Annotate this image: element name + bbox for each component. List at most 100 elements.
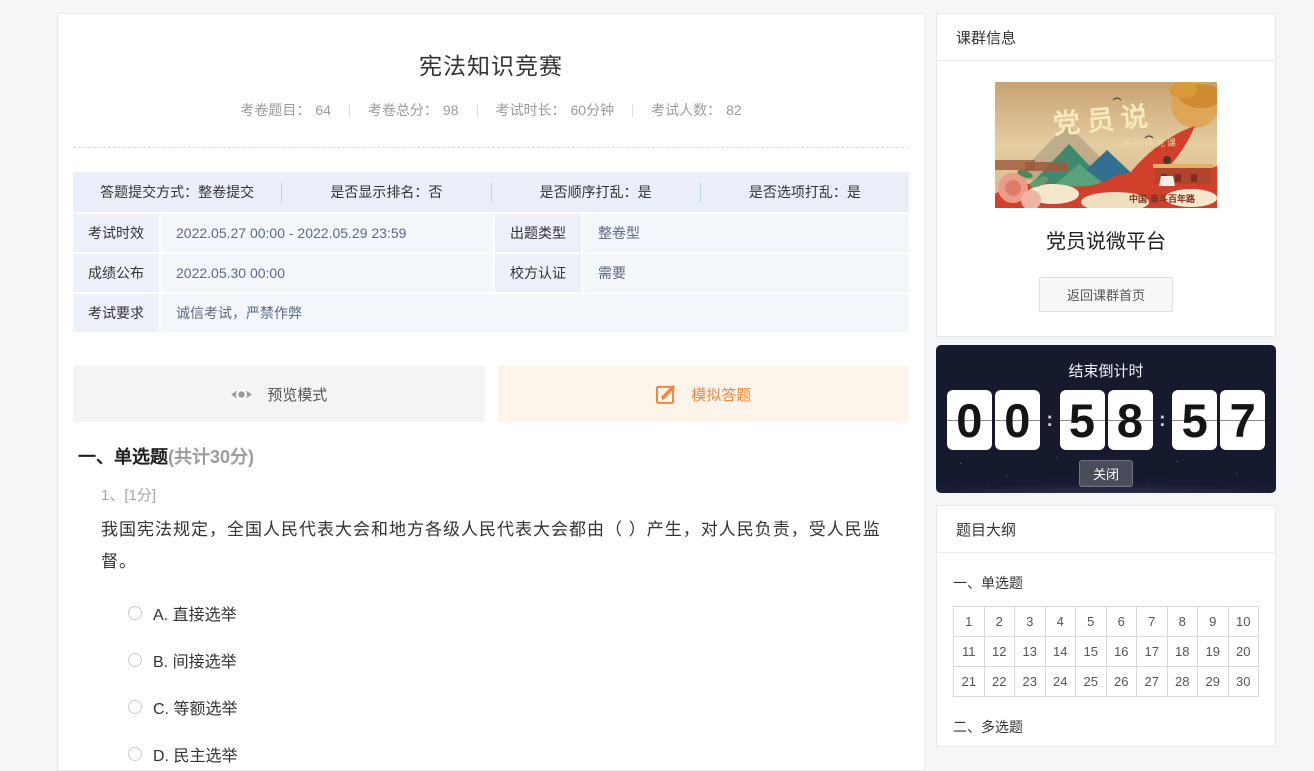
info-row: 考试时效 2022.05.27 00:00 - 2022.05.29 23:59…	[73, 214, 909, 252]
info-value-question-type: 整卷型	[583, 214, 909, 252]
banner-subtitle-text: 系列微党课	[1123, 137, 1178, 148]
outline-question-cell-7[interactable]: 7	[1137, 607, 1168, 637]
option-c[interactable]: C. 等额选举	[128, 695, 924, 719]
stat-label: 考试人数：	[651, 100, 721, 120]
exam-stats-bar: 考卷题目：64 考卷总分： 98 考试时长：60分钟 考试人数： 82	[58, 100, 924, 120]
outline-question-cell-16[interactable]: 16	[1107, 637, 1138, 667]
outline-question-cell-17[interactable]: 17	[1137, 637, 1168, 667]
flip-digit-seconds-ones: 7	[1220, 390, 1265, 450]
outline-question-cell-4[interactable]: 4	[1046, 607, 1077, 637]
stat-divider	[477, 104, 478, 117]
outline-question-cell-21[interactable]: 21	[954, 667, 985, 697]
option-d-label: D. 民主选举	[153, 742, 237, 766]
stat-label: 考卷总分：	[368, 100, 438, 120]
exam-title: 宪法知识竞赛	[58, 47, 924, 81]
section-score-note: (共计30分)	[168, 447, 254, 467]
outline-question-cell-10[interactable]: 10	[1229, 607, 1260, 637]
stat-duration: 考试时长：60分钟	[496, 100, 615, 120]
outline-question-cell-28[interactable]: 28	[1168, 667, 1199, 697]
info-label-school-auth: 校方认证	[495, 254, 581, 292]
info-value-score-release: 2022.05.30 00:00	[161, 254, 493, 292]
option-d[interactable]: D. 民主选举	[128, 742, 924, 766]
outline-question-cell-18[interactable]: 18	[1168, 637, 1199, 667]
info-value-exam-period: 2022.05.27 00:00 - 2022.05.29 23:59	[161, 214, 493, 252]
countdown-title: 结束倒计时	[936, 360, 1276, 381]
question-options: A. 直接选举 B. 间接选举 C. 等额选举 D. 民主选举	[58, 601, 924, 766]
course-group-name: 党员说微平台	[937, 225, 1275, 254]
outline-question-cell-30[interactable]: 30	[1229, 667, 1260, 697]
info-label-score-release: 成绩公布	[73, 254, 159, 292]
option-a[interactable]: A. 直接选举	[128, 601, 924, 625]
stat-divider	[349, 104, 350, 117]
outline-question-cell-26[interactable]: 26	[1107, 667, 1138, 697]
outline-question-cell-3[interactable]: 3	[1015, 607, 1046, 637]
outline-question-cell-11[interactable]: 11	[954, 637, 985, 667]
clock-colon: :	[1159, 409, 1166, 432]
course-group-panel: 课群信息 党员说 系列微党课 中国	[936, 13, 1276, 337]
countdown-close-button[interactable]: 关闭	[1079, 460, 1133, 487]
outline-question-cell-27[interactable]: 27	[1137, 667, 1168, 697]
outline-question-cell-25[interactable]: 25	[1076, 667, 1107, 697]
outline-number-grid: 1234567891011121314151617181920212223242…	[953, 606, 1259, 697]
outline-question-cell-1[interactable]: 1	[954, 607, 985, 637]
question-block-1: 1、[1分] 我国宪法规定，全国人民代表大会和地方各级人民代表大会都由（ ）产生…	[58, 484, 924, 766]
outline-question-cell-23[interactable]: 23	[1015, 667, 1046, 697]
option-b-label: B. 间接选举	[153, 648, 237, 672]
banner-footnote-text: 中国·奋斗百年路	[1129, 193, 1196, 204]
radio-icon[interactable]	[128, 747, 142, 761]
dashed-divider	[73, 147, 909, 148]
info-row: 成绩公布 2022.05.30 00:00 校方认证 需要	[73, 254, 909, 292]
flip-digit-minutes-ones: 8	[1108, 390, 1153, 450]
preview-mode-button[interactable]: 预览模式	[73, 366, 485, 422]
eye-icon	[230, 383, 253, 406]
outline-question-cell-13[interactable]: 13	[1015, 637, 1046, 667]
outline-question-cell-20[interactable]: 20	[1229, 637, 1260, 667]
outline-question-cell-2[interactable]: 2	[985, 607, 1016, 637]
exam-settings-bar: 答题提交方式：整卷提交 是否显示排名：否 是否顺序打乱：是 是否选项打乱：是	[73, 172, 909, 212]
stat-divider	[632, 104, 633, 117]
section-heading-single-choice: 一、单选题(共计30分)	[78, 443, 924, 469]
info-label-exam-requirement: 考试要求	[73, 294, 159, 332]
option-b[interactable]: B. 间接选举	[128, 648, 924, 672]
info-label-exam-period: 考试时效	[73, 214, 159, 252]
outline-question-cell-22[interactable]: 22	[985, 667, 1016, 697]
flip-digit-hours-tens: 0	[947, 390, 992, 450]
countdown-panel: 结束倒计时 0 0 : 5 8 : 5 7 关闭	[936, 345, 1276, 493]
radio-icon[interactable]	[128, 700, 142, 714]
stat-value: 98	[443, 102, 459, 118]
back-to-course-home-button[interactable]: 返回课群首页	[1039, 277, 1173, 312]
outline-question-cell-6[interactable]: 6	[1107, 607, 1138, 637]
setting-submit-mode: 答题提交方式：整卷提交	[73, 183, 282, 202]
option-a-label: A. 直接选举	[153, 601, 237, 625]
outline-question-cell-24[interactable]: 24	[1046, 667, 1077, 697]
outline-question-cell-19[interactable]: 19	[1198, 637, 1229, 667]
exam-action-bar: 预览模式 模拟答题	[73, 366, 909, 422]
stat-value: 64	[315, 102, 331, 118]
outline-question-cell-15[interactable]: 15	[1076, 637, 1107, 667]
info-value-school-auth: 需要	[583, 254, 909, 292]
question-outline-header: 题目大纲	[937, 506, 1275, 553]
flip-clock: 0 0 : 5 8 : 5 7	[936, 390, 1276, 450]
outline-question-cell-9[interactable]: 9	[1198, 607, 1229, 637]
section-title: 一、单选题	[78, 447, 168, 467]
outline-question-cell-12[interactable]: 12	[985, 637, 1016, 667]
info-row: 考试要求 诚信考试，严禁作弊	[73, 294, 909, 332]
outline-question-cell-8[interactable]: 8	[1168, 607, 1199, 637]
simulate-answer-button[interactable]: 模拟答题	[498, 366, 910, 422]
stat-label: 考试时长：	[496, 100, 566, 120]
outline-question-cell-14[interactable]: 14	[1046, 637, 1077, 667]
stat-value: 82	[726, 102, 742, 118]
radio-icon[interactable]	[128, 653, 142, 667]
simulate-answer-label: 模拟答题	[691, 384, 751, 405]
exam-info-table: 考试时效 2022.05.27 00:00 - 2022.05.29 23:59…	[73, 214, 909, 332]
outline-question-cell-5[interactable]: 5	[1076, 607, 1107, 637]
stat-question-count: 考卷题目：64	[240, 100, 331, 120]
radio-icon[interactable]	[128, 606, 142, 620]
outline-group-single-choice: 一、单选题	[953, 573, 1275, 593]
outline-question-cell-29[interactable]: 29	[1198, 667, 1229, 697]
stat-participants: 考试人数： 82	[651, 100, 742, 120]
edit-pencil-icon	[655, 383, 677, 405]
info-value-exam-requirement: 诚信考试，严禁作弊	[161, 294, 909, 332]
exam-main-panel: 宪法知识竞赛 考卷题目：64 考卷总分： 98 考试时长：60分钟 考试人数： 82…	[57, 13, 925, 771]
question-number-score: 1、[1分]	[101, 484, 924, 505]
